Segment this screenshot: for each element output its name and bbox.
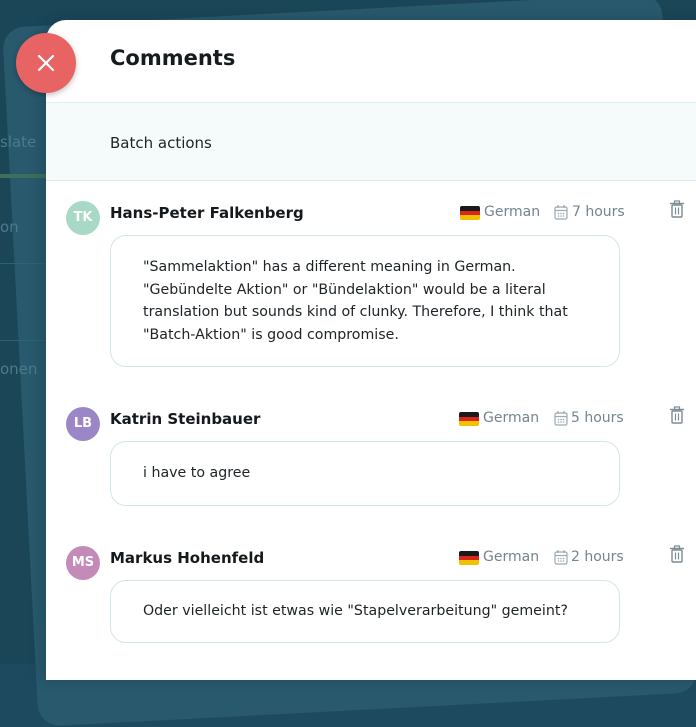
- comment-text: Oder vielleicht ist etwas wie "Stapelver…: [110, 580, 620, 643]
- comment-time: 2 hours: [571, 549, 624, 565]
- page-title: Comments: [110, 46, 236, 70]
- trash-icon[interactable]: [669, 545, 685, 563]
- comment-language: German: [483, 410, 540, 426]
- german-flag-icon: [459, 551, 479, 565]
- calendar-icon: [554, 550, 568, 565]
- comment-author: Katrin Steinbauer: [110, 410, 261, 428]
- avatar: MS: [66, 546, 100, 580]
- comment-author: Markus Hohenfeld: [110, 549, 265, 567]
- trash-icon[interactable]: [669, 406, 685, 424]
- trash-icon[interactable]: [669, 200, 685, 218]
- background-divider-2: [0, 340, 46, 341]
- close-icon: [37, 54, 55, 72]
- batch-actions-label[interactable]: Batch actions: [110, 134, 212, 152]
- background-text-2: on: [0, 218, 19, 236]
- comment-text: i have to agree: [110, 441, 620, 506]
- background-progress-line: [0, 174, 46, 178]
- calendar-icon: [554, 205, 568, 220]
- avatar: LB: [66, 407, 100, 441]
- german-flag-icon: [460, 206, 480, 220]
- calendar-icon: [554, 411, 568, 426]
- german-flag-icon: [459, 412, 479, 426]
- panel-header: Comments: [46, 20, 696, 103]
- comments-panel: Comments Batch actions TK Hans-Peter Fal…: [46, 20, 696, 680]
- background-divider: [0, 263, 46, 264]
- comment-language: German: [484, 204, 541, 220]
- comment-time: 7 hours: [572, 204, 625, 220]
- comment-text: "Sammelaktion" has a different meaning i…: [110, 235, 620, 367]
- comment-language: German: [483, 549, 540, 565]
- comment-time: 5 hours: [571, 410, 624, 426]
- close-button[interactable]: [16, 33, 76, 93]
- batch-actions-bar[interactable]: Batch actions: [46, 103, 696, 181]
- background-text-1: slate: [0, 133, 37, 151]
- background-text-3: onen: [0, 360, 38, 378]
- comment-author: Hans-Peter Falkenberg: [110, 204, 304, 222]
- avatar: TK: [66, 201, 100, 235]
